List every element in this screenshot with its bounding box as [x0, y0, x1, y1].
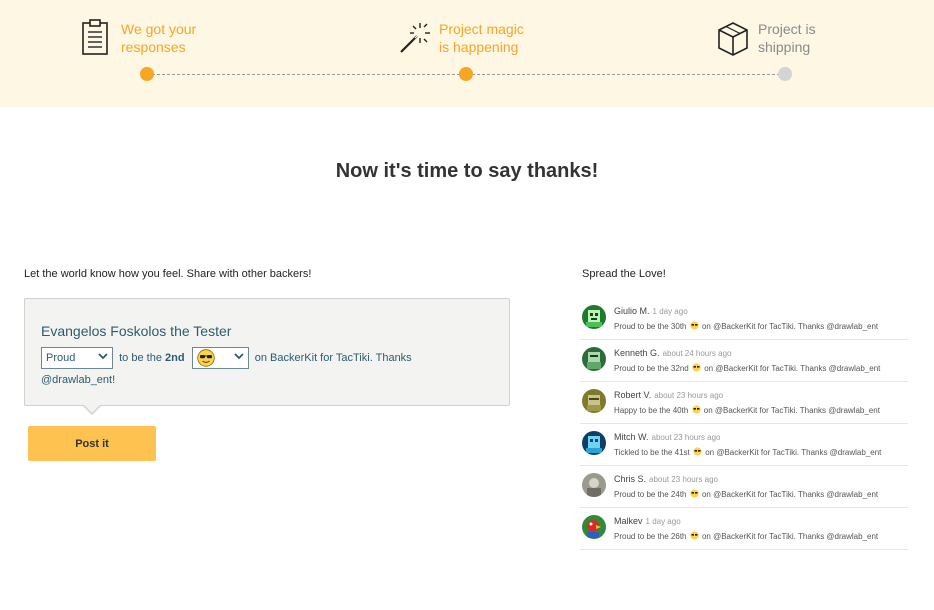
feed-item-text: Proud to be the 26th	[614, 532, 687, 541]
feed-item-time: about 23 hours ago	[654, 391, 724, 400]
step-label-line2: shipping	[758, 39, 811, 55]
progress-dot-magic	[459, 67, 473, 81]
feed-item-name[interactable]: Kenneth G.	[614, 348, 660, 358]
feed-item-name[interactable]: Chris S.	[614, 474, 646, 484]
box-icon	[718, 22, 748, 56]
sunglasses-emoji-icon	[690, 489, 699, 498]
feed-item-name[interactable]: Robert V.	[614, 390, 651, 400]
feed-item-suffix: on @BackerKit for TacTiki. Thanks @drawl…	[701, 322, 879, 331]
clipboard-icon	[82, 19, 108, 55]
sunglasses-emoji-icon	[690, 531, 699, 540]
blue-pixel-avatar-icon	[582, 431, 606, 455]
step-label-line1: We got your	[121, 21, 197, 37]
progress-dot-shipping	[778, 67, 792, 81]
olive-pixel-avatar-icon	[582, 389, 606, 413]
feed-item-suffix: on @BackerKit for TacTiki. Thanks @drawl…	[701, 490, 879, 499]
feed-item-time: about 24 hours ago	[662, 349, 732, 358]
feed-item-text: Proud to be the 30th	[614, 322, 687, 331]
sunglasses-emoji-icon	[690, 321, 699, 330]
share-message: Proud to be the 2nd on BackerKit for Tac…	[41, 347, 501, 391]
feed-item: Chris S. about 23 hours ago Proud to be t…	[580, 466, 908, 508]
photo-avatar-icon	[582, 473, 606, 497]
step-magic: Project magic is happening	[398, 18, 524, 58]
chevron-down-icon	[98, 347, 108, 369]
progress-header: We got your responses Project magic is h…	[0, 0, 934, 107]
step-responses: We got your responses	[80, 18, 196, 58]
backer-feed: Giulio M. 1 day ago Proud to be the 30th …	[580, 298, 908, 550]
magic-wand-icon	[400, 23, 430, 53]
post-it-button[interactable]: Post it	[28, 426, 156, 461]
page-title: Now it's time to say thanks!	[335, 160, 599, 182]
feed-item: Malkev 1 day ago Proud to be the 26th on …	[580, 508, 908, 550]
feed-item-time: 1 day ago	[645, 517, 681, 526]
share-label: Let the world know how you feel. Share w…	[24, 268, 312, 280]
sunglasses-emoji-icon	[693, 447, 702, 456]
feed-item-text: Happy to be the 40th	[614, 406, 689, 415]
compose-callout-arrow-inner	[83, 404, 101, 413]
feed-item: Kenneth G. about 24 hours ago Proud to be…	[580, 340, 908, 382]
feed-item-suffix: on @BackerKit for TacTiki. Thanks @drawl…	[705, 448, 882, 457]
feed-item: Giulio M. 1 day ago Proud to be the 30th …	[580, 298, 908, 340]
feed-item-text: Tickled to be the 41st	[614, 448, 690, 457]
share-compose-box: Evangelos Foskolos the Tester Proud to b…	[24, 298, 510, 406]
step-shipping: Project is shipping	[717, 18, 816, 58]
sunglasses-emoji-icon	[692, 363, 701, 372]
green-pixel-avatar-icon	[582, 347, 606, 371]
feed-item-text: Proud to be the 32nd	[614, 364, 689, 373]
emoji-select[interactable]	[191, 347, 249, 370]
step-label-line1: Project magic	[439, 21, 524, 37]
feed-item-text: Proud to be the 24th	[614, 490, 687, 499]
feed-item-suffix: on @BackerKit for TacTiki. Thanks @drawl…	[704, 364, 881, 373]
feed-item-name[interactable]: Malkev	[614, 516, 643, 526]
feeling-select-value: Proud	[46, 352, 76, 365]
feed-item-suffix: on @BackerKit for TacTiki. Thanks @drawl…	[701, 532, 879, 541]
feed-item-name[interactable]: Giulio M.	[614, 306, 650, 316]
feed-item-time: about 23 hours ago	[651, 433, 721, 442]
to-be-the-text: to be the	[119, 352, 162, 364]
progress-dot-responses	[140, 67, 154, 81]
step-label-line2: is happening	[439, 39, 519, 55]
sunglasses-emoji-icon	[196, 349, 215, 367]
share-suffix: on BackerKit for TacTiki. Thanks	[254, 352, 412, 364]
backer-ordinal: 2nd	[165, 352, 185, 364]
sunglasses-emoji-icon	[691, 405, 701, 414]
chevron-down-icon	[234, 347, 244, 369]
feed-item-name[interactable]: Mitch W.	[614, 432, 649, 442]
feeling-select[interactable]: Proud	[41, 347, 113, 370]
step-label-line1: Project is	[758, 21, 816, 37]
step-label-line2: responses	[121, 39, 186, 55]
parrot-avatar-icon	[582, 515, 606, 539]
backer-name: Evangelos Foskolos the Tester	[41, 323, 232, 339]
feed-item-suffix: on @BackerKit for TacTiki. Thanks @drawl…	[703, 406, 880, 415]
feed-item-time: about 23 hours ago	[649, 475, 718, 484]
green-pixel-avatar-icon	[582, 305, 606, 329]
feed-item: Mitch W. about 23 hours ago Tickled to be…	[580, 424, 908, 466]
feed-item-time: 1 day ago	[652, 307, 688, 316]
share-handle: @drawlab_ent!	[41, 374, 116, 387]
feed-title: Spread the Love!	[582, 268, 666, 280]
feed-item: Robert V. about 23 hours ago Happy to be …	[580, 382, 908, 424]
